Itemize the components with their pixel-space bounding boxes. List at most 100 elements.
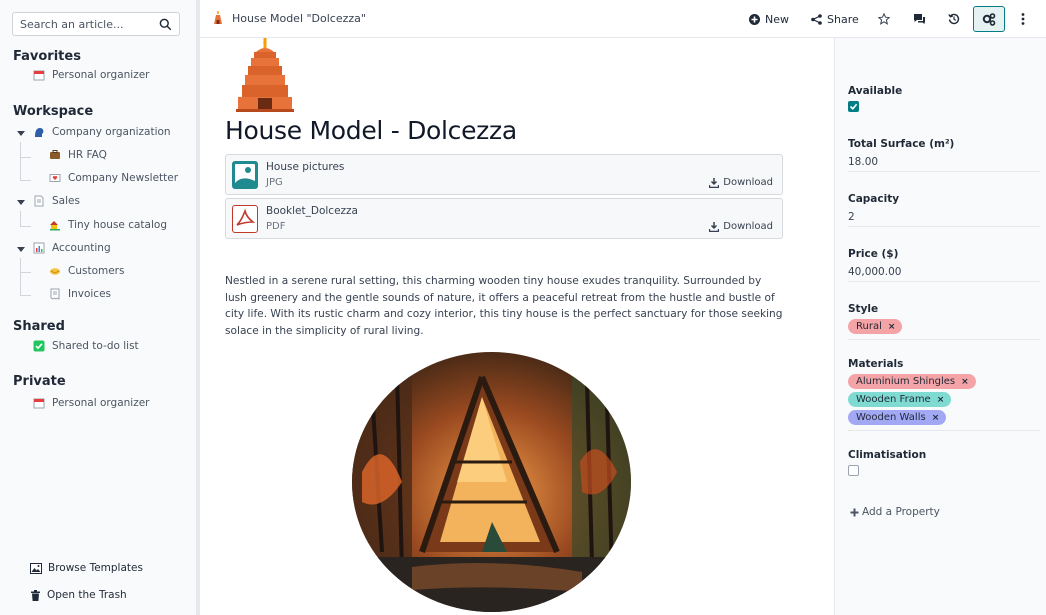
house-icon <box>214 11 222 24</box>
history-button[interactable] <box>939 6 969 32</box>
tree-branch <box>21 180 31 181</box>
file-card-house-pictures[interactable]: House pictures JPG Download <box>225 154 783 195</box>
browse-templates-link[interactable]: Browse Templates <box>30 562 143 574</box>
search-input[interactable]: Search an article... <box>12 12 180 36</box>
plus-icon <box>850 508 859 516</box>
nav-label: Shared to-do list <box>52 340 139 352</box>
new-label: New <box>765 12 789 26</box>
download-label: Download <box>723 221 773 232</box>
briefcase-icon <box>48 149 62 161</box>
share-button[interactable]: Share <box>811 9 859 29</box>
sidebar-item-company-organization[interactable]: Company organization <box>32 126 171 138</box>
workspace-title: Workspace <box>13 104 94 119</box>
shared-title: Shared <box>13 319 65 334</box>
plus-circle-icon <box>749 13 760 25</box>
search-icon[interactable] <box>159 18 172 31</box>
available-checkbox[interactable] <box>848 101 859 112</box>
trash-icon <box>31 589 40 601</box>
nav-label: Personal organizer <box>52 397 150 409</box>
topbar: House Model "Dolcezza" New Share <box>200 0 1046 38</box>
caret-down-icon[interactable] <box>17 247 25 252</box>
sidebar-item-tiny-house-catalog[interactable]: Tiny house catalog <box>48 219 167 231</box>
nav-label: Personal organizer <box>52 69 150 81</box>
article-cover-icon <box>236 38 294 112</box>
property-total-surface: Total Surface (m²) 18.00 <box>848 138 1040 172</box>
sidebar-item-invoices[interactable]: Invoices <box>48 288 111 300</box>
sidebar-item-personal-organizer[interactable]: Personal organizer <box>32 397 150 409</box>
remove-tag-icon[interactable]: × <box>932 413 940 423</box>
star-icon <box>878 13 890 25</box>
price-input[interactable]: 40,000.00 <box>848 264 1040 282</box>
property-label: Materials <box>848 358 904 370</box>
new-button[interactable]: New <box>749 9 789 29</box>
property-label: Total Surface (m²) <box>848 138 955 150</box>
pdf-file-icon <box>232 205 258 233</box>
tree-line <box>20 258 21 296</box>
sidebar-item-sales[interactable]: Sales <box>32 195 80 207</box>
sidebar-item-shared-todo[interactable]: Shared to-do list <box>32 340 139 352</box>
tag-label: Rural <box>856 321 882 332</box>
surface-input[interactable]: 18.00 <box>848 154 1040 172</box>
browse-templates-label: Browse Templates <box>48 562 143 574</box>
climatisation-checkbox[interactable] <box>848 465 859 476</box>
tree-line <box>20 142 21 181</box>
house-garden-icon <box>48 219 62 231</box>
property-climatisation: Climatisation <box>848 449 1040 476</box>
sidebar-item-accounting[interactable]: Accounting <box>32 242 111 254</box>
article-body-text: Nestled in a serene rural setting, this … <box>225 275 783 337</box>
more-options-button[interactable] <box>1008 6 1038 32</box>
tree-branch <box>21 157 31 158</box>
remove-tag-icon[interactable]: × <box>961 377 969 387</box>
house-photo <box>352 352 631 612</box>
private-title: Private <box>13 374 66 389</box>
remove-tag-icon[interactable]: × <box>937 395 945 405</box>
properties-panel: Available Total Surface (m²) 18.00 Capac… <box>834 38 1046 615</box>
tag-label: Wooden Frame <box>856 394 931 405</box>
breadcrumb-title: House Model "Dolcezza" <box>232 11 366 25</box>
nav-label: Customers <box>68 265 125 277</box>
materials-tags-field[interactable]: Aluminium Shingles × Wooden Frame × Wood… <box>848 374 1040 431</box>
receipt-icon <box>48 288 62 300</box>
download-button[interactable]: Download <box>709 221 773 232</box>
capacity-input[interactable]: 2 <box>848 209 1040 227</box>
caret-down-icon[interactable] <box>17 200 25 205</box>
image-icon <box>30 562 42 574</box>
tag-wooden-walls[interactable]: Wooden Walls × <box>848 410 947 425</box>
favorite-star-button[interactable] <box>869 6 899 32</box>
sidebar-item-company-newsletter[interactable]: Company Newsletter <box>48 172 178 184</box>
open-trash-label: Open the Trash <box>47 589 127 601</box>
bar-chart-icon <box>32 242 46 254</box>
sidebar-item-hr-faq[interactable]: HR FAQ <box>48 149 107 161</box>
download-button[interactable]: Download <box>709 177 773 188</box>
remove-tag-icon[interactable]: × <box>888 322 896 332</box>
cogs-icon <box>982 12 996 26</box>
tag-aluminium-shingles[interactable]: Aluminium Shingles × <box>848 374 976 389</box>
nav-label: HR FAQ <box>68 149 107 161</box>
property-label: Climatisation <box>848 449 927 461</box>
file-type: PDF <box>266 221 286 232</box>
favorite-personal-organizer[interactable]: Personal organizer <box>32 69 150 81</box>
tag-wooden-frame[interactable]: Wooden Frame × <box>848 392 952 407</box>
sidebar-item-customers[interactable]: Customers <box>48 265 124 277</box>
check-icon <box>849 103 858 110</box>
open-trash-link[interactable]: Open the Trash <box>30 589 127 601</box>
tree-branch <box>21 272 31 273</box>
caret-down-icon[interactable] <box>17 131 25 136</box>
comments-button[interactable] <box>904 6 934 32</box>
property-label: Capacity <box>848 193 900 205</box>
share-icon <box>811 13 822 25</box>
tree-branch <box>21 295 31 296</box>
nav-label: Invoices <box>68 288 112 300</box>
style-tags-field[interactable]: Rural × <box>848 319 1040 340</box>
calendar-icon <box>32 69 46 81</box>
search-placeholder: Search an article... <box>20 17 124 31</box>
love-letter-icon <box>48 172 62 184</box>
tag-rural[interactable]: Rural × <box>848 319 903 334</box>
properties-panel-toggle[interactable] <box>973 6 1005 32</box>
add-property-button[interactable]: Add a Property <box>850 506 940 518</box>
nav-label: Company Newsletter <box>68 172 179 184</box>
article-content: House Model - Dolcezza House pictures JP… <box>200 38 834 615</box>
file-card-booklet[interactable]: Booklet_Dolcezza PDF Download <box>225 198 783 239</box>
file-type: JPG <box>266 177 283 188</box>
property-style: Style Rural × <box>848 303 1040 340</box>
